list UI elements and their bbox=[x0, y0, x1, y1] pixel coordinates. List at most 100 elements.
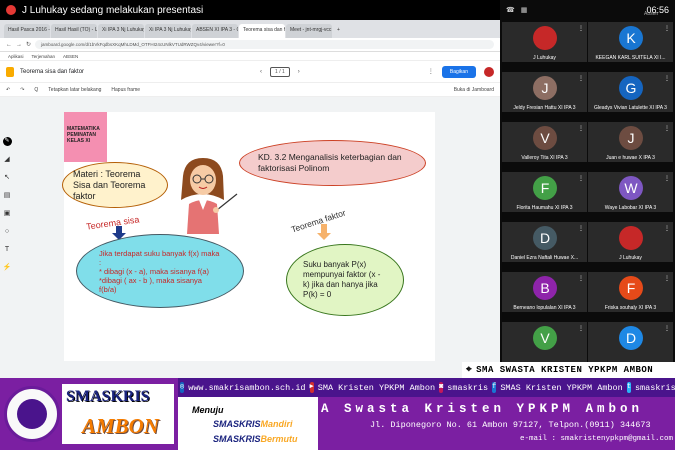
participant-avatar: J bbox=[619, 126, 643, 150]
instagram-link[interactable]: smaskris bbox=[447, 383, 488, 393]
undo-icon[interactable]: ↶ bbox=[6, 87, 10, 93]
shared-screen: Hasil Pasca 2016 - graded...Hasil Hasil … bbox=[0, 20, 500, 378]
tile-menu-icon[interactable]: ⋮ bbox=[664, 225, 670, 232]
redo-icon[interactable]: ↷ bbox=[20, 87, 24, 93]
school-full-name: SMA Swasta Kristen YPKPM Ambon bbox=[298, 402, 644, 416]
absen-label[interactable]: Absen bbox=[644, 11, 658, 17]
sticky-note[interactable]: MATEMATIKA PEMINATAN KELAS XI bbox=[64, 112, 107, 162]
forward-arrow-icon[interactable]: → bbox=[16, 42, 22, 48]
grid-icon[interactable]: ▦ bbox=[521, 6, 528, 14]
tile-menu-icon[interactable]: ⋮ bbox=[578, 175, 584, 182]
add-image-icon[interactable]: ▣ bbox=[4, 209, 11, 218]
youtube-link[interactable]: SMA Kristen YPKPM Ambon bbox=[318, 383, 435, 393]
open-in-jamboard-button[interactable]: Buka di Jamboard bbox=[454, 87, 494, 93]
participant-tile[interactable]: J ⋮ Jeldy Fresian Hattu XI IPA 3 bbox=[502, 72, 587, 112]
tile-menu-icon[interactable]: ⋮ bbox=[664, 275, 670, 282]
reload-icon[interactable]: ↻ bbox=[26, 41, 31, 48]
tile-menu-icon[interactable]: ⋮ bbox=[664, 175, 670, 182]
tile-menu-icon[interactable]: ⋮ bbox=[664, 75, 670, 82]
tile-menu-icon[interactable]: ⋮ bbox=[664, 125, 670, 132]
participant-tile[interactable]: V ⋮ bbox=[502, 322, 587, 362]
tile-menu-icon[interactable]: ⋮ bbox=[578, 225, 584, 232]
participant-tile[interactable]: D ⋮ bbox=[588, 322, 673, 362]
jamboard-frame[interactable]: MATEMATIKA PEMINATAN KELAS XI Materi : T… bbox=[62, 112, 435, 361]
facebook-link[interactable]: SMAS Kristen YPKPM Ambon bbox=[500, 383, 622, 393]
orange-down-arrow-icon bbox=[317, 224, 331, 240]
tile-menu-icon[interactable]: ⋮ bbox=[664, 325, 670, 332]
participant-name: Friska souhaly XI IPA 3 bbox=[604, 305, 657, 311]
participant-tile[interactable]: F ⋮ Friska souhaly XI IPA 3 bbox=[588, 272, 673, 312]
browser-tab[interactable]: Xi IPA 3 Nj Luhukay 2/3/4/... bbox=[98, 24, 144, 38]
clear-frame-button[interactable]: Hapus frame bbox=[111, 87, 140, 93]
social-links-bar: ◎ www.smakrisambon.sch.id ▶ SMA Kristen … bbox=[178, 378, 675, 397]
tile-menu-icon[interactable]: ⋮ bbox=[578, 275, 584, 282]
participant-tile[interactable]: ⋮ J Luhukay bbox=[588, 222, 673, 262]
browser-tab[interactable]: Hasil Hasil (TO) - Untukyo... bbox=[51, 24, 97, 38]
participant-tile[interactable]: ⋮ J Luhukay bbox=[502, 22, 587, 62]
participant-tile[interactable]: V ⋮ Valleroy Tita XI IPA 3 bbox=[502, 122, 587, 162]
participant-tile[interactable]: J ⋮ Juan e huwae X IPA 3 bbox=[588, 122, 673, 162]
select-tool-icon[interactable]: ↖ bbox=[4, 173, 10, 182]
back-arrow-icon[interactable]: ← bbox=[6, 42, 12, 48]
participant-tile[interactable]: D ⋮ Daniel Ezra Naftali Huwae X... bbox=[502, 222, 587, 262]
eraser-tool-icon[interactable]: ◢ bbox=[4, 155, 9, 164]
bookmark-item[interactable]: ABSEN bbox=[63, 54, 78, 59]
participant-name: J Luhukay bbox=[533, 55, 556, 61]
share-button[interactable]: Bagikan bbox=[441, 65, 476, 78]
circle-tool-icon[interactable]: ○ bbox=[5, 227, 9, 236]
frame-indicator[interactable]: 1 / 1 bbox=[270, 66, 290, 77]
twitter-link[interactable]: smaskris bbox=[635, 383, 675, 393]
participant-avatar bbox=[533, 26, 557, 50]
participant-tile[interactable]: F ⋮ Florita Haumahu XI IPA 3 bbox=[502, 172, 587, 212]
browser-tab[interactable]: Teorema sisa dan faktor - Goo... bbox=[239, 24, 285, 38]
address-bar[interactable]: ← → ↻ jamboard.google.com/d/1bVkFqdbsXKq… bbox=[0, 38, 500, 52]
participant-tile[interactable]: W ⋮ Waye Labobar XI IPA 3 bbox=[588, 172, 673, 212]
participant-tile[interactable]: G ⋮ Gleadys Vivian Latulette XI IPA 3 bbox=[588, 72, 673, 112]
tile-menu-icon[interactable]: ⋮ bbox=[578, 25, 584, 32]
teorema-faktor-ellipse[interactable]: Suku banyak P(x) mempunyai faktor (x - k… bbox=[286, 244, 404, 316]
browser-tab[interactable]: Xi IPA 3 Nj Luhukay 2/3/4/... bbox=[145, 24, 191, 38]
browser-tab[interactable]: Meet - jnt-mrgj-vcc bbox=[286, 24, 332, 38]
document-title[interactable]: Teorema sisa dan faktor bbox=[20, 69, 84, 75]
location-pin-icon: ⌖ bbox=[466, 365, 473, 376]
zoom-icon[interactable]: Q bbox=[34, 87, 38, 93]
tile-menu-icon[interactable]: ⋮ bbox=[578, 75, 584, 82]
sticky-note-icon[interactable]: ▤ bbox=[4, 191, 11, 200]
phone-icon[interactable]: ☎ bbox=[506, 6, 515, 14]
school-address: Jl. Diponegoro No. 61 Ambon 97127, Telpo… bbox=[370, 420, 651, 430]
tile-menu-icon[interactable]: ⋮ bbox=[578, 325, 584, 332]
tile-menu-icon[interactable]: ⋮ bbox=[578, 125, 584, 132]
participant-name: Berneano lopulalan XI IPA 3 bbox=[513, 305, 576, 311]
participant-avatar: J bbox=[533, 76, 557, 100]
twitter-icon: t bbox=[626, 382, 631, 393]
more-options-icon[interactable]: ⋮ bbox=[428, 68, 434, 75]
browser-tab[interactable]: Hasil Pasca 2016 - graded... bbox=[4, 24, 50, 38]
website-link[interactable]: www.smakrisambon.sch.id bbox=[188, 383, 305, 393]
textbox-tool-icon[interactable]: T bbox=[5, 245, 9, 254]
participant-tile[interactable]: K ⋮ KEEGAN KARL SUITELA XI I... bbox=[588, 22, 673, 62]
teorema-sisa-ellipse[interactable]: Jika terdapat suku banyak f(x) maka : * … bbox=[76, 234, 244, 308]
pen-tool-icon[interactable]: ✎ bbox=[2, 137, 12, 146]
bookmarks-bar: Aplikasi Terjemahan ABSEN bbox=[0, 52, 500, 61]
school-banner: SMASKRIS AMBON ◎ www.smakrisambon.sch.id… bbox=[0, 378, 675, 450]
participant-tile[interactable]: B ⋮ Berneano lopulalan XI IPA 3 bbox=[502, 272, 587, 312]
jamboard-toolbar: ↶ ↷ Q Tetapkan latar belakang Hapus fram… bbox=[0, 83, 500, 97]
kd-ellipse[interactable]: KD. 3.2 Menganalisis keterbagian dan fak… bbox=[239, 140, 426, 186]
school-tag-text: SMA SWASTA KRISTEN YPKPM AMBON bbox=[476, 365, 654, 375]
logotype-line-1: SMASKRIS bbox=[66, 388, 150, 405]
url-field[interactable]: jamboard.google.com/d/1bVkFqdbsXKqMhLDMd… bbox=[35, 40, 494, 49]
laser-tool-icon[interactable]: ⚡ bbox=[3, 263, 12, 272]
prev-frame-icon[interactable]: ‹ bbox=[260, 69, 262, 75]
account-avatar[interactable] bbox=[484, 66, 494, 77]
new-tab-button[interactable]: + bbox=[333, 24, 345, 38]
browser-tab[interactable]: ABSEN XI IPA 3 - Google Form bbox=[192, 24, 238, 38]
bookmark-item[interactable]: Terjemahan bbox=[32, 54, 56, 59]
set-background-button[interactable]: Tetapkan latar belakang bbox=[48, 87, 101, 93]
presenting-bar: J Luhukay sedang melakukan presentasi bbox=[0, 0, 500, 20]
materi-ellipse[interactable]: Materi : Teorema Sisa dan Teorema faktor bbox=[62, 162, 168, 208]
next-frame-icon[interactable]: › bbox=[298, 69, 300, 75]
participant-avatar: F bbox=[619, 276, 643, 300]
tile-menu-icon[interactable]: ⋮ bbox=[664, 25, 670, 32]
bookmark-item[interactable]: Aplikasi bbox=[8, 54, 24, 59]
meet-status-bar: ☎ ▦ 06:56 bbox=[500, 0, 675, 20]
